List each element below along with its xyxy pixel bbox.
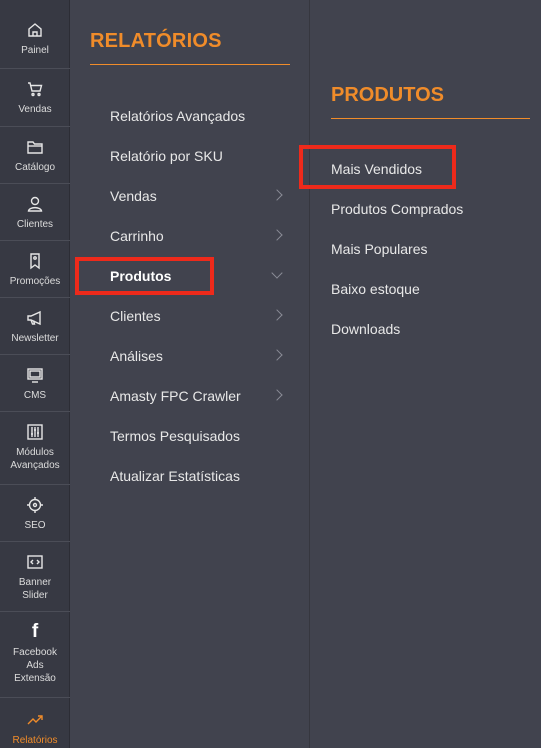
menu-item-label: Clientes bbox=[110, 308, 161, 324]
menu-item-label: Análises bbox=[110, 348, 163, 364]
menu-item-label: Carrinho bbox=[110, 228, 164, 244]
rail-item-banner-slider[interactable]: Banner Slider bbox=[0, 542, 70, 612]
submenu-item-label: Downloads bbox=[331, 321, 401, 337]
megaphone-icon bbox=[24, 308, 46, 328]
rail-item-label: Banner Slider bbox=[18, 577, 52, 601]
menu-item-amasty-fpc-crawler[interactable]: Amasty FPC Crawler bbox=[110, 384, 285, 408]
sliders-icon bbox=[24, 422, 46, 442]
menu-item-carrinho[interactable]: Carrinho bbox=[110, 224, 285, 248]
products-submenu-panel: PRODUTOS Mais Vendidos Produtos Comprado… bbox=[311, 0, 541, 748]
menu-item-termos-pesquisados[interactable]: Termos Pesquisados bbox=[110, 424, 285, 448]
tag-icon bbox=[24, 251, 46, 271]
rail-item-label: Catálogo bbox=[14, 162, 56, 173]
rail-item-relatorios[interactable]: Relatórios bbox=[0, 698, 70, 748]
submenu-item-mais-populares[interactable]: Mais Populares bbox=[331, 238, 531, 260]
rail-item-modulos-avancados[interactable]: Módulos Avançados bbox=[0, 412, 70, 485]
home-icon bbox=[24, 20, 46, 40]
menu-item-relatorios-avancados[interactable]: Relatórios Avançados bbox=[110, 104, 285, 128]
chevron-down-icon bbox=[271, 267, 283, 279]
submenu-item-produtos-comprados[interactable]: Produtos Comprados bbox=[331, 198, 531, 220]
chevron-right-icon bbox=[271, 349, 283, 361]
cart-icon bbox=[24, 79, 46, 99]
menu-item-atualizar-estatisticas[interactable]: Atualizar Estatísticas bbox=[110, 464, 285, 488]
crosshair-icon bbox=[24, 495, 46, 515]
rail-item-label: Clientes bbox=[16, 219, 54, 230]
rail-item-catalogo[interactable]: Catálogo bbox=[0, 127, 70, 184]
monitor-icon bbox=[24, 365, 46, 385]
menu-item-produtos[interactable]: Produtos bbox=[110, 264, 285, 288]
menu-item-label: Relatório por SKU bbox=[110, 148, 223, 164]
chevron-right-icon bbox=[271, 189, 283, 201]
products-title: PRODUTOS bbox=[331, 84, 444, 106]
menu-item-label: Atualizar Estatísticas bbox=[110, 468, 240, 484]
menu-item-label: Vendas bbox=[110, 188, 157, 204]
reports-menu-panel: RELATÓRIOS Relatórios Avançados Relatóri… bbox=[70, 0, 310, 748]
menu-item-clientes[interactable]: Clientes bbox=[110, 304, 285, 328]
rail-item-label: Facebook Ads Extensão bbox=[13, 647, 57, 684]
submenu-item-label: Mais Vendidos bbox=[331, 161, 423, 177]
rail-item-cms[interactable]: CMS bbox=[0, 355, 70, 412]
rail-item-promocoes[interactable]: Promoções bbox=[0, 241, 70, 298]
facebook-icon: f bbox=[31, 621, 39, 642]
reports-title-divider bbox=[90, 64, 290, 65]
menu-item-vendas[interactable]: Vendas bbox=[110, 184, 285, 208]
rail-item-label: Painel bbox=[21, 45, 49, 56]
rail-item-label: Newsletter bbox=[11, 333, 59, 344]
rail-item-facebook-ads[interactable]: f Facebook Ads Extensão bbox=[0, 612, 70, 698]
menu-item-label: Produtos bbox=[110, 268, 172, 284]
menu-item-label: Amasty FPC Crawler bbox=[110, 388, 241, 404]
menu-item-relatorio-por-sku[interactable]: Relatório por SKU bbox=[110, 144, 285, 168]
submenu-item-label: Baixo estoque bbox=[331, 281, 420, 297]
rail-item-seo[interactable]: SEO bbox=[0, 485, 70, 542]
code-icon bbox=[24, 552, 46, 572]
submenu-item-label: Produtos Comprados bbox=[331, 201, 464, 217]
reports-title: RELATÓRIOS bbox=[90, 30, 222, 52]
folder-icon bbox=[24, 137, 46, 157]
rail-item-label: CMS bbox=[23, 390, 47, 401]
rail-item-label: Módulos Avançados bbox=[10, 447, 60, 471]
rail-item-label: SEO bbox=[24, 520, 46, 531]
rail-item-painel[interactable]: Painel bbox=[0, 0, 70, 69]
menu-item-label: Relatórios Avançados bbox=[110, 108, 246, 124]
menu-item-analises[interactable]: Análises bbox=[110, 344, 285, 368]
submenu-item-baixo-estoque[interactable]: Baixo estoque bbox=[331, 278, 531, 300]
chevron-right-icon bbox=[271, 389, 283, 401]
menu-item-label: Termos Pesquisados bbox=[110, 428, 240, 444]
chart-line-icon bbox=[24, 710, 46, 730]
submenu-item-label: Mais Populares bbox=[331, 241, 428, 257]
rail-item-label: Promoções bbox=[9, 276, 61, 287]
submenu-item-downloads[interactable]: Downloads bbox=[331, 318, 531, 340]
chevron-right-icon bbox=[271, 229, 283, 241]
chevron-right-icon bbox=[271, 309, 283, 321]
submenu-item-mais-vendidos[interactable]: Mais Vendidos bbox=[331, 158, 531, 180]
person-icon bbox=[24, 194, 46, 214]
products-title-divider bbox=[331, 118, 530, 119]
rail-item-vendas[interactable]: Vendas bbox=[0, 69, 70, 127]
rail-item-newsletter[interactable]: Newsletter bbox=[0, 298, 70, 355]
rail-item-clientes[interactable]: Clientes bbox=[0, 184, 70, 241]
rail-item-label: Relatórios bbox=[12, 735, 58, 746]
admin-sidebar: Painel Vendas Catálogo Clientes Promoçõe… bbox=[0, 0, 70, 748]
rail-item-label: Vendas bbox=[18, 104, 52, 115]
